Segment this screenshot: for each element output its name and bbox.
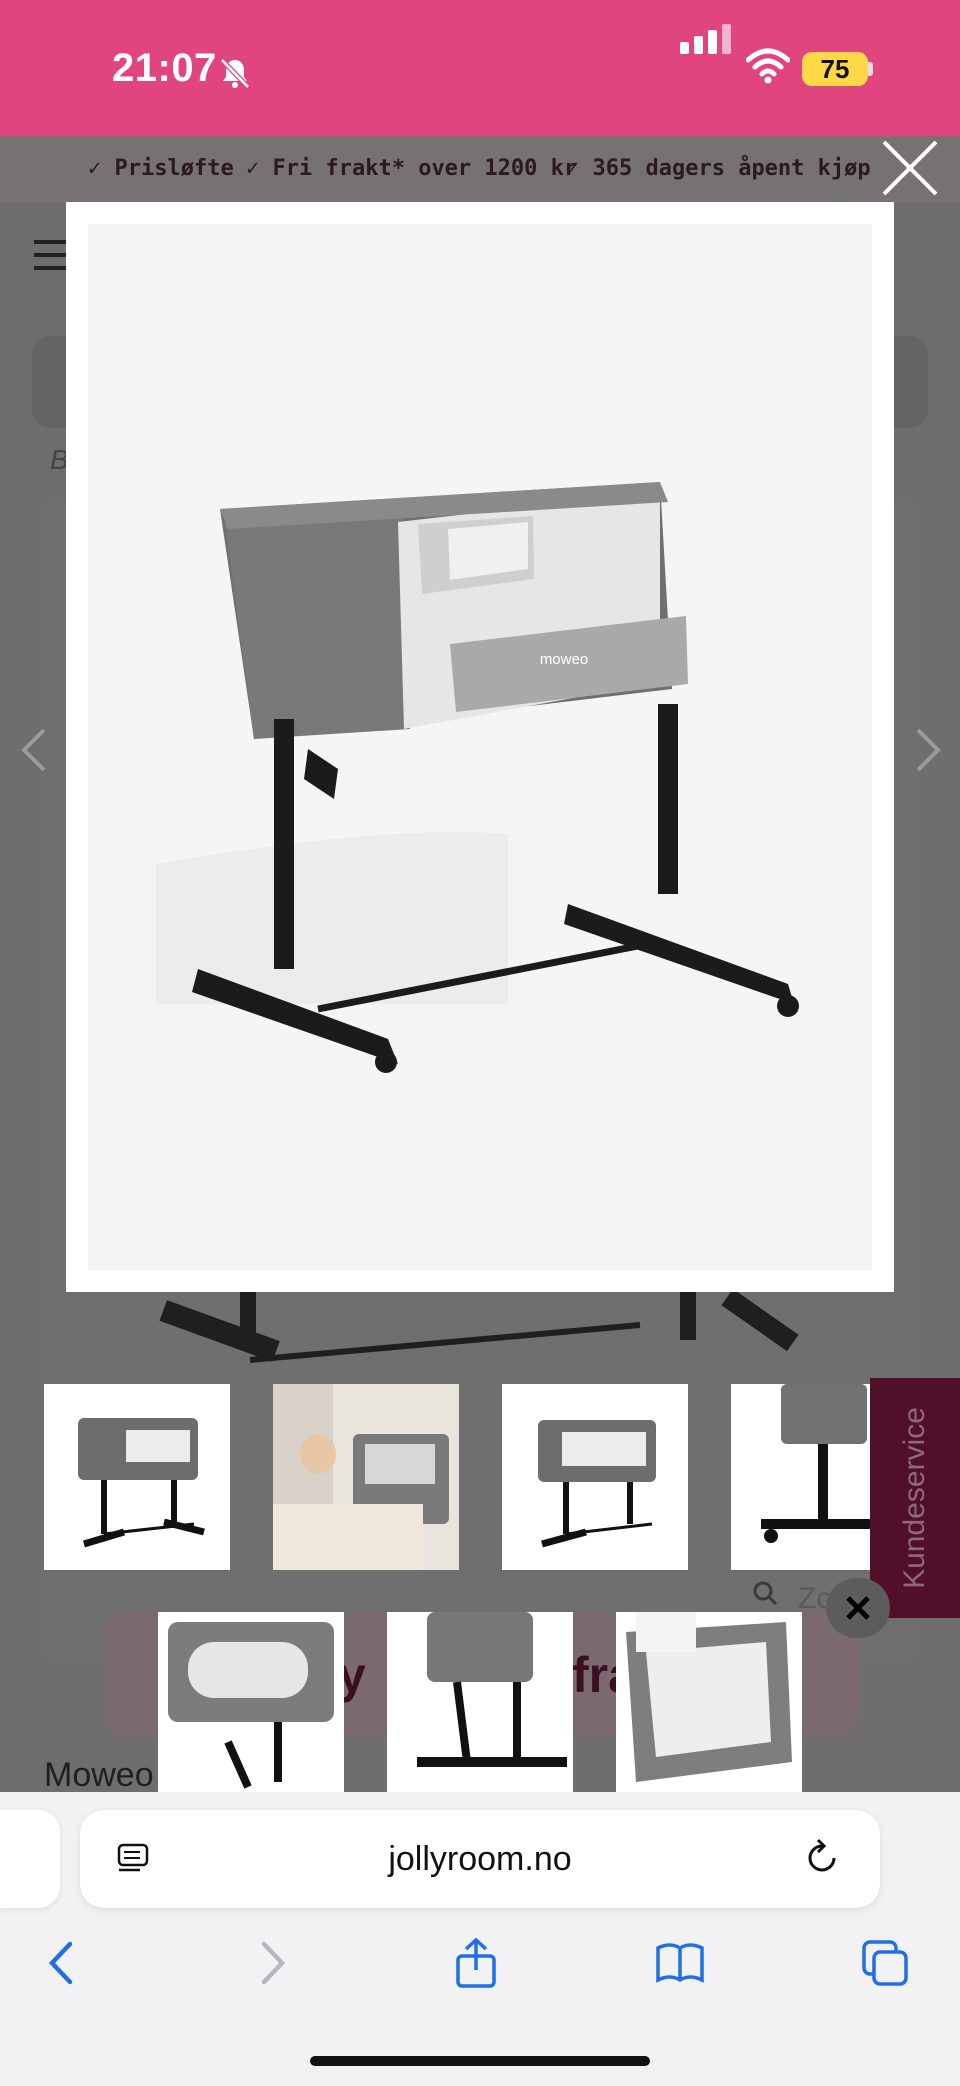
home-indicator xyxy=(310,2056,650,2066)
customer-service-label: Kundeservice xyxy=(898,1407,931,1589)
back-icon[interactable] xyxy=(36,1936,88,1990)
battery-tip xyxy=(868,62,873,76)
thumbnail-5[interactable] xyxy=(158,1612,344,1792)
share-icon[interactable] xyxy=(450,1936,502,1990)
close-icon[interactable] xyxy=(878,136,942,200)
close-icon xyxy=(846,1596,870,1620)
usp-item: ✓ Fri frakt* over 1200 kr xyxy=(246,156,578,181)
product-image-large: moweo xyxy=(88,224,872,1270)
thumbnail-2[interactable] xyxy=(273,1384,459,1570)
reload-icon[interactable] xyxy=(800,1836,844,1880)
wifi-icon xyxy=(746,48,790,84)
product-title: Moweo xyxy=(44,1756,154,1794)
address-bar[interactable]: jollyroom.no xyxy=(80,1810,880,1908)
thumbnail-1[interactable] xyxy=(44,1384,230,1570)
brand-label: moweo xyxy=(540,651,588,668)
battery-level: 75 xyxy=(820,54,850,84)
search-icon xyxy=(753,1581,778,1606)
thumbnail-7[interactable] xyxy=(616,1612,802,1792)
thumbnail-6[interactable] xyxy=(387,1612,573,1792)
usp-item: ✓ Prisløfte xyxy=(88,156,234,181)
usp-item: ✓ 365 dagers åpent kjøp xyxy=(566,156,871,181)
product-image-under xyxy=(159,1290,799,1363)
thumbnail-3[interactable] xyxy=(502,1384,688,1570)
status-time: 21:07 xyxy=(112,46,217,90)
bell-muted-icon xyxy=(220,58,250,89)
close-button[interactable] xyxy=(826,1578,890,1638)
chevron-right-icon[interactable] xyxy=(908,720,948,780)
forward-icon[interactable] xyxy=(246,1936,298,1990)
menu-icon[interactable] xyxy=(34,240,68,270)
bookmarks-icon[interactable] xyxy=(654,1936,706,1990)
chevron-left-icon[interactable] xyxy=(14,720,54,780)
tabs-icon[interactable] xyxy=(860,1936,912,1990)
battery-icon: 75 xyxy=(802,52,868,86)
previous-tab-peek[interactable] xyxy=(0,1810,60,1908)
url-text[interactable]: jollyroom.no xyxy=(80,1810,880,1908)
